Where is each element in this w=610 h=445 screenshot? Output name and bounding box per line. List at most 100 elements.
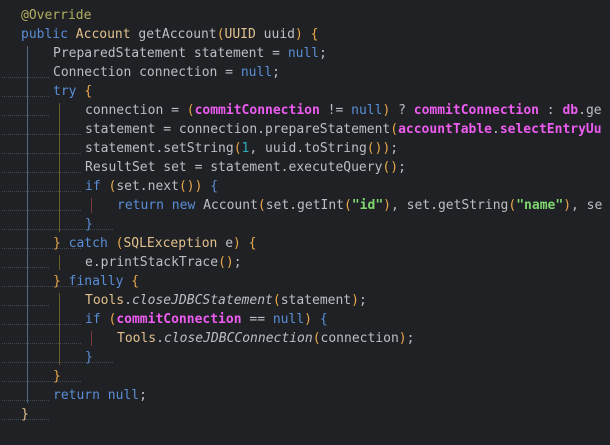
code-line[interactable]: statement.setString(1, uuid.toString()); [85,139,398,158]
code-token: } [85,217,93,232]
code-token: ( [344,198,352,213]
whitespace-marker [2,362,81,382]
whitespace-marker [2,343,113,363]
code-token: return [53,388,108,403]
code-line[interactable]: e.printStackTrace(); [85,253,242,272]
code-line[interactable]: } [21,405,29,424]
whitespace-marker [2,210,113,230]
code-token: ( [390,122,399,137]
code-token: new [171,198,204,213]
code-line[interactable]: } catch (SQLException e) { [53,234,257,253]
code-token: commitConnection [194,103,320,118]
code-token: } [53,369,61,384]
indent-guide [91,198,92,213]
code-token: ResultSet set = statement.executeQuery [85,160,383,175]
code-token: } [53,274,69,289]
code-token: ) [383,198,391,213]
code-line[interactable]: if (set.next()) { [85,177,218,196]
code-token: if [85,179,109,194]
whitespace-marker [2,381,49,401]
code-line[interactable]: if (commitConnection == null) { [85,310,328,329]
whitespace-marker [2,96,49,116]
whitespace-marker [2,324,81,344]
code-token: closeJDBCConnection [163,331,313,346]
whitespace-marker [2,58,49,78]
code-line[interactable]: return null; [53,386,147,405]
code-token: } [53,236,69,251]
code-token: ; [390,141,399,156]
code-token: .ge [578,103,602,118]
indent-guide [59,103,60,232]
code-token: ) [398,331,407,346]
code-line[interactable]: Connection connection = null; [53,63,280,82]
code-token: . [124,293,132,308]
code-line[interactable]: Tools.closeJDBCConnection(connection); [117,329,414,348]
code-token: closeJDBCStatement [131,293,273,308]
code-line[interactable]: } [85,215,93,234]
code-line[interactable]: Tools.closeJDBCStatement(statement); [85,291,367,310]
code-token: ; [233,255,242,270]
indent-guide [59,255,60,270]
code-token: null [351,103,383,118]
code-token: ; [406,331,415,346]
code-token: connection = [85,103,187,118]
code-line[interactable]: return new Account(set.getInt("id"), set… [117,196,602,215]
code-token: return [117,198,172,213]
code-token: ( [233,141,242,156]
whitespace-marker [2,286,49,306]
code-token: ( [216,27,225,42]
code-line[interactable]: @Override [21,6,91,25]
code-token: { [319,312,328,327]
whitespace-marker [2,172,81,192]
code-line[interactable]: connection = (commitConnection != null) … [85,101,602,120]
code-token: ( [186,103,195,118]
code-token: statement = connection.prepareStatement [85,122,391,137]
indent-guide [27,46,28,403]
code-token: ) { [233,236,257,251]
code-token: . [492,122,500,137]
code-line[interactable]: } [53,367,61,386]
code-token: ) [563,198,572,213]
code-line[interactable]: PreparedStatement statement = null; [53,44,327,63]
code-token: connection [320,331,399,346]
code-token: ; [272,65,280,80]
code-token: selectEntryUu [499,122,602,137]
code-editor[interactable]: @Override public Account getAccount(UUID … [0,0,610,445]
whitespace-marker [2,305,81,325]
code-token: statement [280,293,352,308]
code-token: . [156,331,164,346]
code-token: ? [390,103,414,118]
code-token: statement.setString [85,141,234,156]
code-token: Connection connection = [53,65,241,80]
whitespace-marker [2,153,81,173]
code-token: Tools [85,293,125,308]
code-token: : [538,103,563,118]
code-line[interactable]: try { [53,82,92,101]
code-token: accountTable [398,122,492,137]
code-line[interactable]: } finally { [53,272,139,291]
code-token: if [85,312,109,327]
code-line[interactable]: public Account getAccount(UUID uuid) { [21,25,318,44]
code-token: ; [319,46,327,61]
code-token: } [21,407,29,422]
code-token: commitConnection [116,312,242,327]
code-token: } [85,350,93,365]
code-line[interactable]: ResultSet set = statement.executeQuery()… [85,158,406,177]
code-token: ; [398,160,406,175]
code-token: uuid [263,27,295,42]
code-token: set.next [116,179,179,194]
code-token: { [210,179,219,194]
whitespace-marker [2,134,81,154]
code-token: "id" [351,198,384,213]
code-token: != [319,103,352,118]
code-line[interactable]: } [85,348,93,367]
code-token: ( [257,198,266,213]
code-token: ) [304,312,320,327]
code-token: () [366,141,383,156]
code-token: catch [68,236,116,251]
code-token: ( [272,293,281,308]
code-line[interactable]: statement = connection.prepareStatement(… [85,120,602,139]
code-token: PreparedStatement statement = [53,46,288,61]
code-token: , uuid.toString [249,141,367,156]
whitespace-marker [2,115,81,135]
